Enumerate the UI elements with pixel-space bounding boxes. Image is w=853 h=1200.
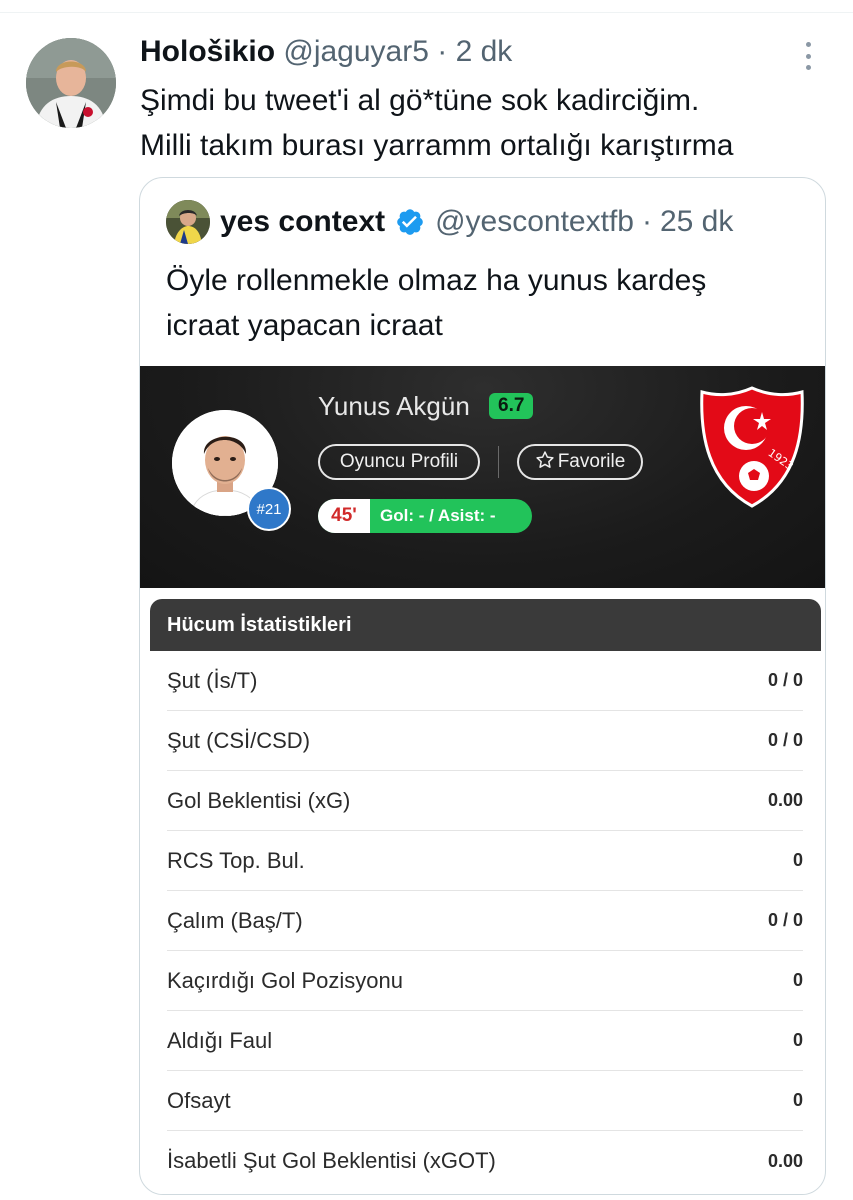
stat-value: 0	[792, 970, 803, 990]
favorite-button[interactable]: Favorile	[517, 444, 643, 480]
stat-row: Ofsayt 0	[167, 1071, 803, 1131]
author-handle[interactable]: @jaguyar5	[283, 35, 429, 68]
meta-separator: ·	[437, 35, 448, 68]
stat-row: İsabetli Şut Gol Beklentisi (xGOT) 0.00	[167, 1131, 803, 1191]
stat-row: Çalım (Baş/T) 0 / 0	[167, 891, 803, 951]
stats-title: Hücum İstatistikleri	[150, 599, 821, 651]
minutes-played: 45'	[318, 499, 370, 533]
stat-row: Kaçırdığı Gol Pozisyonu 0	[167, 951, 803, 1011]
quote-text-line: Öyle rollenmekle olmaz ha yunus kardeş	[166, 264, 707, 297]
minutes-goals-badge: 45' Gol: - / Asist: -	[318, 499, 532, 533]
stat-value: 0 / 0	[767, 730, 803, 750]
stat-value: 0	[792, 1090, 803, 1110]
tweet-text: Şimdi bu tweet'i al gö*tüne sok kadirciğ…	[140, 78, 830, 168]
author-name[interactable]: Hološikio	[140, 35, 275, 68]
more-vertical-icon[interactable]	[795, 40, 821, 72]
verified-badge-icon	[397, 209, 423, 235]
stat-label: Şut (CSİ/CSD)	[167, 727, 311, 753]
player-profile-button[interactable]: Oyuncu Profili	[318, 444, 480, 480]
quote-author-handle[interactable]: @yescontextfb	[435, 205, 634, 239]
stat-label: Ofsayt	[167, 1087, 231, 1113]
quote-header: yes context @yescontextfb · 25 dk	[166, 198, 733, 246]
stat-value: 0	[792, 850, 803, 870]
star-outline-icon	[536, 451, 554, 468]
quoted-tweet-card[interactable]: yes context @yescontextfb · 25 dk Öyle r…	[139, 177, 826, 1195]
attack-stats-card: Hücum İstatistikleri Şut (İs/T) 0 / 0 Şu…	[150, 599, 821, 1194]
federation-crest-icon: 1923	[700, 386, 804, 508]
tweet-text-line: Milli takım burası yarramm ortalığı karı…	[140, 129, 734, 162]
stat-row: RCS Top. Bul. 0	[167, 831, 803, 891]
quote-time[interactable]: 25 dk	[660, 205, 733, 239]
player-rating-badge: 6.7	[489, 393, 534, 419]
stat-value: 0.00	[767, 1150, 803, 1171]
tweet-header: Hološikio @jaguyar5 · 2 dk	[140, 32, 512, 72]
stat-label: Gol Beklentisi (xG)	[167, 787, 351, 813]
author-avatar[interactable]	[26, 38, 116, 128]
meta-separator: ·	[641, 205, 652, 238]
top-divider	[0, 12, 853, 13]
stat-label: Aldığı Faul	[167, 1027, 273, 1053]
stats-table: Şut (İs/T) 0 / 0 Şut (CSİ/CSD) 0 / 0 Gol…	[150, 651, 821, 1191]
quote-author-avatar[interactable]	[166, 200, 210, 244]
quote-text: Öyle rollenmekle olmaz ha yunus kardeş i…	[166, 258, 706, 348]
stat-value: 0 / 0	[767, 910, 803, 930]
quote-text-line: icraat yapacan icraat	[166, 309, 443, 342]
stat-label: RCS Top. Bul.	[167, 847, 305, 873]
quote-author-name[interactable]: yes context	[220, 205, 385, 239]
stat-value: 0.00	[767, 790, 803, 810]
stat-row: Şut (CSİ/CSD) 0 / 0	[167, 711, 803, 771]
stat-row: Gol Beklentisi (xG) 0.00	[167, 771, 803, 831]
stat-label: İsabetli Şut Gol Beklentisi (xGOT)	[167, 1148, 496, 1173]
player-card-image[interactable]: #21 Yunus Akgün 6.7 Oyuncu Profili Favor…	[140, 366, 825, 588]
stat-row: Şut (İs/T) 0 / 0	[167, 651, 803, 711]
player-profile-label: Oyuncu Profili	[339, 451, 459, 472]
button-divider	[498, 446, 499, 478]
goals-assists: Gol: - / Asist: -	[380, 506, 496, 525]
stat-value: 0	[792, 1030, 803, 1050]
stat-label: Kaçırdığı Gol Pozisyonu	[167, 967, 404, 993]
stat-row: Aldığı Faul 0	[167, 1011, 803, 1071]
player-name: Yunus Akgün	[318, 391, 470, 421]
stat-label: Çalım (Baş/T)	[167, 907, 303, 933]
tweet-text-line: Şimdi bu tweet'i al gö*tüne sok kadirciğ…	[140, 84, 700, 117]
stat-label: Şut (İs/T)	[167, 667, 258, 693]
favorite-label: Favorile	[557, 451, 626, 472]
stat-value: 0 / 0	[767, 670, 803, 690]
shirt-number-badge: #21	[247, 487, 291, 531]
tweet-time[interactable]: 2 dk	[456, 35, 513, 68]
